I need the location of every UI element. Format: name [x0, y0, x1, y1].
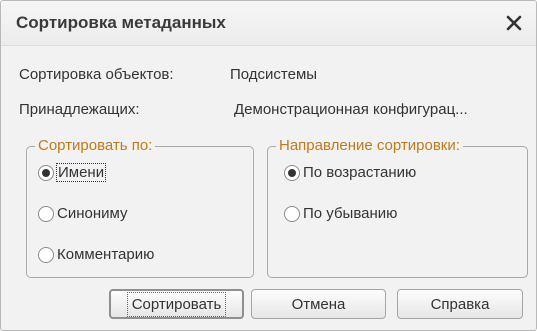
cancel-button[interactable]: Отмена: [251, 289, 386, 319]
title-bar: Сортировка метаданных: [1, 1, 536, 46]
cancel-button-label: Отмена: [291, 295, 346, 313]
objects-label: Сортировка объектов:: [19, 66, 174, 83]
belongs-label: Принадлежащих:: [19, 101, 140, 118]
help-button-label: Справка: [430, 295, 490, 313]
radio-sort-by-comment[interactable]: Комментарию: [38, 246, 154, 263]
objects-value: Подсистемы: [230, 66, 318, 83]
sort-button-label: Сортировать: [126, 291, 227, 317]
belongs-value: Демонстрационная конфигурац...: [234, 101, 468, 118]
sort-direction-legend: Направление сортировки:: [276, 137, 463, 154]
sort-metadata-dialog: Сортировка метаданных Сортировка объекто…: [0, 0, 537, 331]
sort-button[interactable]: Сортировать: [109, 289, 244, 319]
radio-sort-by-synonym[interactable]: Синониму: [38, 205, 127, 222]
radio-label: По возрастанию: [303, 164, 417, 181]
radio-checked-icon: [38, 164, 54, 181]
dialog-title: Сортировка метаданных: [16, 13, 226, 32]
radio-unchecked-icon: [38, 205, 54, 222]
radio-ascending[interactable]: По возрастанию: [284, 164, 416, 181]
radio-descending[interactable]: По убыванию: [284, 205, 397, 222]
close-icon: [506, 15, 522, 31]
radio-sort-by-name[interactable]: Имени: [38, 163, 107, 182]
radio-unchecked-icon: [38, 246, 54, 263]
radio-checked-icon: [284, 164, 300, 181]
help-button[interactable]: Справка: [397, 289, 523, 319]
radio-label: Имени: [55, 163, 107, 182]
close-button[interactable]: [500, 9, 528, 37]
radio-label: Синониму: [57, 205, 128, 222]
radio-label: Комментарию: [57, 246, 155, 263]
radio-unchecked-icon: [284, 205, 300, 222]
radio-label: По убыванию: [303, 205, 398, 222]
sort-by-legend: Сортировать по:: [35, 137, 156, 154]
